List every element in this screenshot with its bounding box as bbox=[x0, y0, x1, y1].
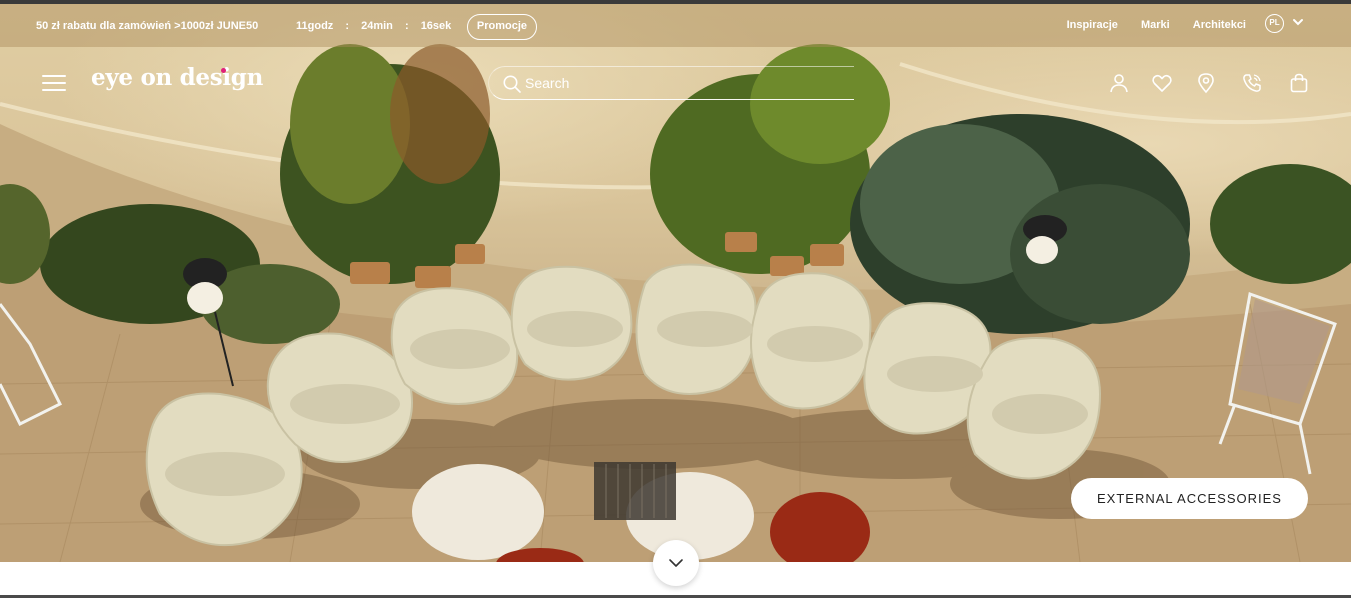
store-location-icon[interactable] bbox=[1195, 72, 1217, 94]
account-icon[interactable] bbox=[1108, 72, 1130, 94]
hamburger-menu-icon[interactable] bbox=[42, 73, 66, 91]
site-logo[interactable]: eye on design bbox=[91, 64, 263, 91]
language-selector[interactable]: PL bbox=[1265, 14, 1284, 33]
top-link-inspiracje[interactable]: Inspiracje bbox=[1067, 19, 1118, 31]
search-input[interactable] bbox=[525, 73, 835, 93]
top-link-architekci[interactable]: Architekci bbox=[1193, 19, 1246, 31]
countdown-separator: : bbox=[404, 20, 409, 32]
countdown-seconds: 16sek bbox=[420, 20, 452, 32]
logo-accent-dot bbox=[221, 68, 226, 73]
phone-icon[interactable] bbox=[1241, 72, 1263, 94]
promo-code-text: 50 zł rabatu dla zamówień >1000zł JUNE50 bbox=[36, 20, 259, 32]
scroll-down-button[interactable] bbox=[653, 540, 699, 586]
cart-bag-icon[interactable] bbox=[1288, 72, 1310, 94]
promotions-button[interactable]: Promocje bbox=[467, 14, 537, 40]
search-icon[interactable] bbox=[502, 74, 522, 94]
countdown-minutes: 24min bbox=[361, 20, 393, 32]
chevron-down-icon[interactable] bbox=[1292, 17, 1304, 27]
top-nav-links: Inspiracje Marki Architekci bbox=[1047, 19, 1246, 31]
countdown-separator: : bbox=[345, 20, 350, 32]
announcement-bar: 50 zł rabatu dla zamówień >1000zł JUNE50… bbox=[0, 4, 1351, 47]
external-accessories-button[interactable]: EXTERNAL ACCESSORIES bbox=[1071, 478, 1308, 519]
chevron-down-icon bbox=[669, 559, 683, 567]
top-link-marki[interactable]: Marki bbox=[1141, 19, 1170, 31]
countdown-timer: 11godz : 24min : 16sek bbox=[296, 20, 451, 32]
countdown-hours: 11godz bbox=[296, 20, 334, 32]
wishlist-heart-icon[interactable] bbox=[1151, 72, 1173, 94]
search-box[interactable] bbox=[488, 66, 854, 100]
